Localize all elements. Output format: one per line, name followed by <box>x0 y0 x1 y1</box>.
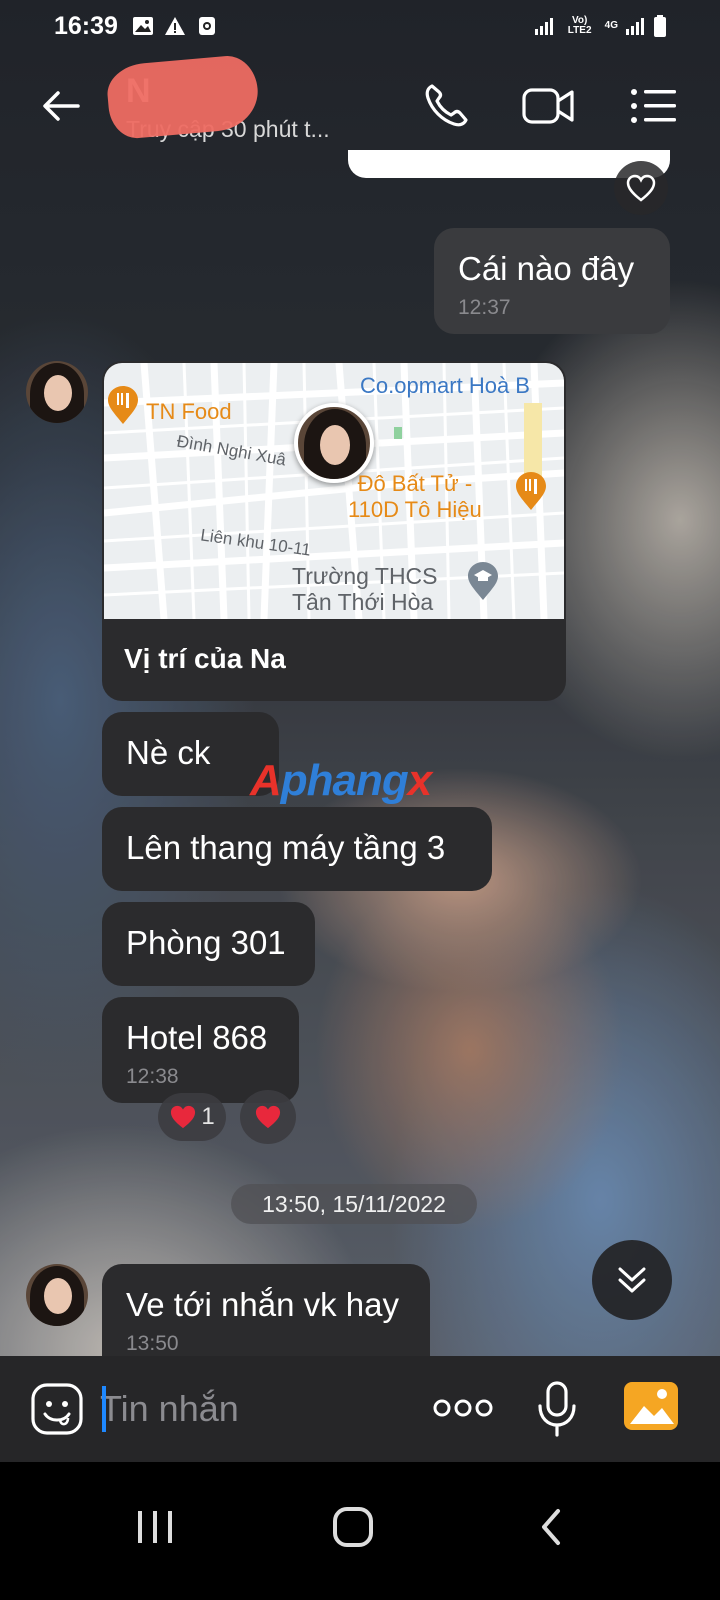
map-label-line: 110D Tô Hiệu <box>348 497 482 522</box>
chat-header: N Truy cập 30 phút t... <box>0 53 720 150</box>
warning-icon <box>164 17 185 35</box>
message-text: Lên thang máy tầng 3 <box>126 829 446 866</box>
video-call-button[interactable] <box>520 78 576 134</box>
system-nav-bar <box>0 1462 720 1600</box>
notification-icons <box>132 16 218 36</box>
watermark-part: x <box>407 756 433 805</box>
map-label-do-bat-tu: Đô Bất Tử - 110D Tô Hiệu <box>348 471 482 523</box>
image-notification-icon <box>132 17 153 35</box>
received-message-bubble[interactable]: Ve tới nhắn vk hay 13:50 <box>102 1264 430 1356</box>
food-pin-icon <box>108 386 138 424</box>
heart-outline-icon <box>626 174 656 202</box>
message-composer <box>0 1356 720 1462</box>
message-text: Hotel 868 <box>126 1019 268 1056</box>
received-message-bubble[interactable]: Lên thang máy tầng 3 <box>102 807 492 891</box>
heart-icon <box>171 1105 196 1129</box>
system-back-button[interactable] <box>516 1492 586 1562</box>
signal-icon <box>534 18 553 35</box>
avatar-face <box>320 425 350 465</box>
message-time: 13:50 <box>126 1332 179 1355</box>
contact-avatar[interactable] <box>26 361 88 423</box>
home-icon <box>333 1507 373 1547</box>
react-heart-button[interactable] <box>240 1090 296 1144</box>
chat-menu-button[interactable] <box>626 78 682 134</box>
signal-2-icon <box>626 18 644 35</box>
avatar-face <box>44 375 72 411</box>
date-separator: 13:50, 15/11/2022 <box>231 1184 477 1224</box>
received-message-bubble[interactable]: Hotel 868 12:38 <box>102 997 299 1103</box>
food-pin-icon <box>516 472 546 510</box>
status-bar: 16:39 Vo) LTE2 4G <box>0 0 720 52</box>
status-time: 16:39 <box>54 11 118 40</box>
message-text: Phòng 301 <box>126 924 286 961</box>
sent-message-bubble[interactable]: Cái nào đây 12:37 <box>434 228 670 334</box>
location-title: Vị trí của Na <box>124 643 286 674</box>
contact-avatar[interactable] <box>26 1264 88 1326</box>
gallery-button[interactable] <box>622 1380 680 1432</box>
location-message-card[interactable]: TN Food Co.opmart Hoà B Đình Nghi Xuâ Đô… <box>102 361 566 701</box>
map-label-coopmart: Co.opmart Hoà B <box>360 373 530 398</box>
map-label-line: Tân Thới Hòa <box>292 589 434 615</box>
home-button[interactable] <box>318 1492 388 1562</box>
map-label-line: Trường THCS <box>292 563 438 589</box>
message-input[interactable] <box>100 1380 400 1438</box>
message-time: 12:37 <box>458 296 511 319</box>
message-text: Cái nào đây <box>458 250 635 287</box>
map-label-tn-food: TN Food <box>146 399 232 424</box>
recent-apps-icon <box>138 1511 172 1543</box>
received-message-bubble[interactable]: Phòng 301 <box>102 902 315 986</box>
message-text: Nè ck <box>126 734 211 771</box>
sticker-emoji-button[interactable] <box>30 1382 84 1436</box>
map-label-line: Đô Bất Tử - <box>357 471 473 496</box>
react-heart-button[interactable] <box>614 161 668 215</box>
double-chevron-down-icon <box>618 1267 646 1293</box>
more-options-button[interactable] <box>432 1392 494 1424</box>
message-time: 12:38 <box>126 1065 179 1088</box>
status-right: Vo) LTE2 4G <box>534 15 666 37</box>
watermark-part: A <box>250 756 282 805</box>
voice-call-button[interactable] <box>418 78 474 134</box>
location-map[interactable]: TN Food Co.opmart Hoà B Đình Nghi Xuâ Đô… <box>104 363 564 619</box>
back-chevron-icon <box>542 1509 560 1545</box>
app-notification-icon <box>198 17 215 35</box>
recent-apps-button[interactable] <box>120 1492 190 1562</box>
battery-icon <box>654 15 666 37</box>
volte-label: Vo) LTE2 <box>567 15 592 36</box>
back-button[interactable] <box>38 82 86 130</box>
avatar-face <box>44 1278 72 1314</box>
watermark-part: phang <box>280 756 409 805</box>
watermark-logo: Aphangx <box>250 756 433 806</box>
heart-icon <box>255 1105 281 1129</box>
scroll-to-bottom-button[interactable] <box>592 1240 672 1320</box>
school-pin-icon <box>468 562 498 600</box>
reaction-count: 1 <box>201 1103 215 1130</box>
text-caret <box>102 1386 106 1432</box>
message-text: Ve tới nhắn vk hay <box>126 1286 399 1323</box>
voice-message-button[interactable] <box>536 1380 578 1438</box>
network-type-label: 4G <box>604 20 618 31</box>
map-label-school: Trường THCS Tân Thới Hòa <box>292 563 438 615</box>
reaction-summary[interactable]: 1 <box>158 1093 226 1141</box>
